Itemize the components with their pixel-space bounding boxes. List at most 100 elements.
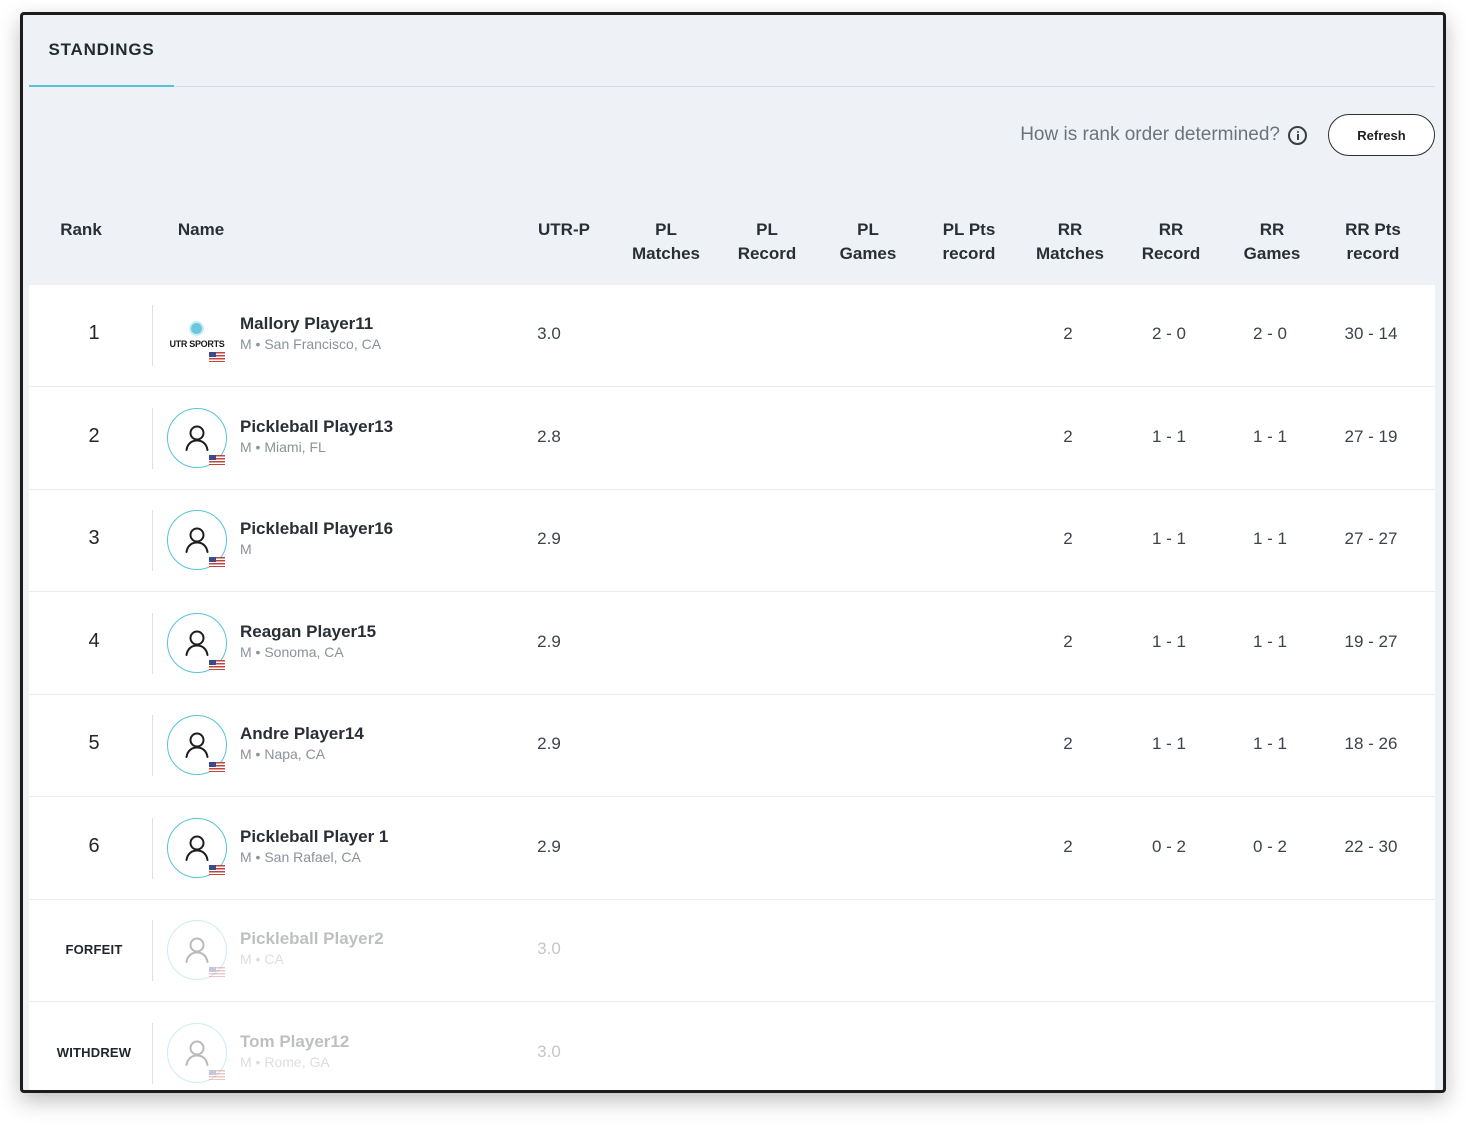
- player-utr: 3.0: [537, 1042, 561, 1061]
- standings-table: 1 UTR SPORTS Mallory Player11 M • San Franc…: [29, 285, 1435, 1090]
- us-flag-icon: [209, 660, 225, 670]
- table-row[interactable]: 2 Pickleball Player13 M • Miami, FL 2.8 2 1 -…: [29, 388, 1435, 490]
- rr-games-value: 1 - 1: [1252, 734, 1288, 753]
- player-rank: 6: [88, 835, 100, 857]
- player-name-link[interactable]: Mallory Player11: [240, 314, 373, 334]
- column-header-pl-games[interactable]: PL Games: [823, 218, 913, 266]
- us-flag-icon: [209, 455, 225, 465]
- rank-order-help-text: How is rank order determined?: [1020, 124, 1280, 145]
- row-divider: [152, 1023, 153, 1084]
- column-header-rr-record[interactable]: RR Record: [1126, 218, 1216, 266]
- player-rank: FORFEIT: [65, 942, 123, 957]
- player-rank: 1: [88, 322, 100, 344]
- rr-matches-value: 2: [1063, 529, 1073, 548]
- rr-games-value: 2 - 0: [1252, 324, 1288, 343]
- rr-pts-value: 22 - 30: [1344, 837, 1398, 856]
- row-divider: [152, 510, 153, 571]
- player-name-link[interactable]: Pickleball Player13: [240, 417, 393, 437]
- rr-pts-value: 27 - 27: [1344, 529, 1398, 548]
- player-details: M • San Rafael, CA: [240, 849, 361, 865]
- table-row[interactable]: WITHDREW Tom Player12 M • Rome, GA 3.0: [29, 1003, 1435, 1090]
- player-rank: WITHDREW: [56, 1045, 132, 1060]
- rr-record-value: 0 - 2: [1151, 837, 1187, 856]
- column-header-pl-pts-record[interactable]: PL Pts record: [924, 218, 1014, 266]
- us-flag-icon: [209, 352, 225, 362]
- player-name-link[interactable]: Pickleball Player 1: [240, 827, 388, 847]
- player-details: M • Napa, CA: [240, 746, 326, 762]
- tab-bar: STANDINGS: [29, 15, 1435, 87]
- column-header-rr-games[interactable]: RR Games: [1227, 218, 1317, 266]
- table-row[interactable]: 5 Andre Player14 M • Napa, CA 2.9 2 1 - 1 1 - …: [29, 695, 1435, 797]
- row-divider: [152, 613, 153, 674]
- column-header-pl-record[interactable]: PL Record: [722, 218, 812, 266]
- player-name-link[interactable]: Andre Player14: [240, 724, 364, 744]
- column-header-rank[interactable]: Rank: [51, 218, 111, 242]
- column-header-pl-matches[interactable]: PL Matches: [621, 218, 711, 266]
- rr-record-value: 2 - 0: [1151, 324, 1187, 343]
- rr-matches-value: 2: [1063, 324, 1073, 343]
- rr-pts-value: 19 - 27: [1344, 632, 1398, 651]
- row-divider: [152, 408, 153, 469]
- player-name-link[interactable]: Pickleball Player16: [240, 519, 393, 539]
- player-details: M • Rome, GA: [240, 1054, 330, 1070]
- player-details: M • San Francisco, CA: [240, 336, 382, 352]
- rr-pts-value: 30 - 14: [1344, 324, 1398, 343]
- player-utr: 2.8: [537, 427, 561, 446]
- table-row[interactable]: 4 Reagan Player15 M • Sonoma, CA 2.9 2 1 - 1 1…: [29, 593, 1435, 695]
- row-divider: [152, 305, 153, 366]
- rank-order-help-link[interactable]: How is rank order determined?: [1020, 124, 1307, 146]
- player-details: M • Sonoma, CA: [240, 644, 344, 660]
- table-row[interactable]: 3 Pickleball Player16 M 2.9 2 1 - 1 1 - 1 27 - …: [29, 490, 1435, 592]
- player-details: M • Miami, FL: [240, 439, 326, 455]
- rr-record-value: 1 - 1: [1151, 734, 1187, 753]
- tennis-ball-icon: [189, 321, 205, 336]
- us-flag-icon: [209, 762, 225, 772]
- rr-record-value: 1 - 1: [1151, 632, 1187, 651]
- player-rank: 2: [88, 425, 100, 447]
- player-name-link[interactable]: Reagan Player15: [240, 622, 376, 642]
- rr-matches-value: 2: [1063, 837, 1073, 856]
- table-row[interactable]: FORFEIT Pickleball Player2 M • CA 3.0: [29, 900, 1435, 1002]
- rr-matches-value: 2: [1063, 734, 1073, 753]
- row-divider: [152, 920, 153, 981]
- rr-games-value: 1 - 1: [1252, 632, 1288, 651]
- utr-sports-logo-text: UTR SPORTS: [169, 339, 225, 349]
- table-header: Rank Name UTR-P PL Matches PL Record PL Gam…: [29, 210, 1435, 285]
- row-divider: [152, 818, 153, 879]
- rr-pts-value: 27 - 19: [1344, 427, 1398, 446]
- rr-matches-value: 2: [1063, 427, 1073, 446]
- column-header-name[interactable]: Name: [171, 218, 231, 242]
- player-details: M • CA: [240, 951, 284, 967]
- tab-standings[interactable]: STANDINGS: [29, 15, 174, 87]
- player-utr: 2.9: [537, 529, 561, 548]
- player-rank: 5: [88, 732, 100, 754]
- standings-window: STANDINGS How is rank order determined? …: [20, 12, 1446, 1093]
- player-rank: 4: [88, 630, 100, 652]
- us-flag-icon: [209, 865, 225, 875]
- rr-games-value: 1 - 1: [1252, 427, 1288, 446]
- us-flag-icon: [209, 967, 225, 977]
- info-icon[interactable]: [1288, 125, 1307, 145]
- player-name-link[interactable]: Tom Player12: [240, 1032, 349, 1052]
- refresh-button[interactable]: Refresh: [1328, 114, 1435, 156]
- player-utr: 3.0: [537, 324, 561, 343]
- rr-games-value: 1 - 1: [1252, 529, 1288, 548]
- column-header-rr-pts-record[interactable]: RR Pts record: [1328, 218, 1418, 266]
- player-name-link[interactable]: Pickleball Player2: [240, 929, 384, 949]
- table-row[interactable]: 6 Pickleball Player 1 M • San Rafael, CA 2.…: [29, 798, 1435, 900]
- rr-pts-value: 18 - 26: [1344, 734, 1398, 753]
- player-utr: 2.9: [537, 837, 561, 856]
- rr-matches-value: 2: [1063, 632, 1073, 651]
- rr-record-value: 1 - 1: [1151, 529, 1187, 548]
- toolbar: How is rank order determined? Refresh: [1020, 114, 1435, 156]
- row-divider: [152, 715, 153, 776]
- column-header-utr-p[interactable]: UTR-P: [529, 218, 599, 242]
- us-flag-icon: [209, 557, 225, 567]
- rr-games-value: 0 - 2: [1252, 837, 1288, 856]
- column-header-rr-matches[interactable]: RR Matches: [1025, 218, 1115, 266]
- table-row[interactable]: 1 UTR SPORTS Mallory Player11 M • San Franc…: [29, 285, 1435, 387]
- us-flag-icon: [209, 1070, 225, 1080]
- player-rank: 3: [88, 527, 100, 549]
- player-utr: 3.0: [537, 939, 561, 958]
- rr-record-value: 1 - 1: [1151, 427, 1187, 446]
